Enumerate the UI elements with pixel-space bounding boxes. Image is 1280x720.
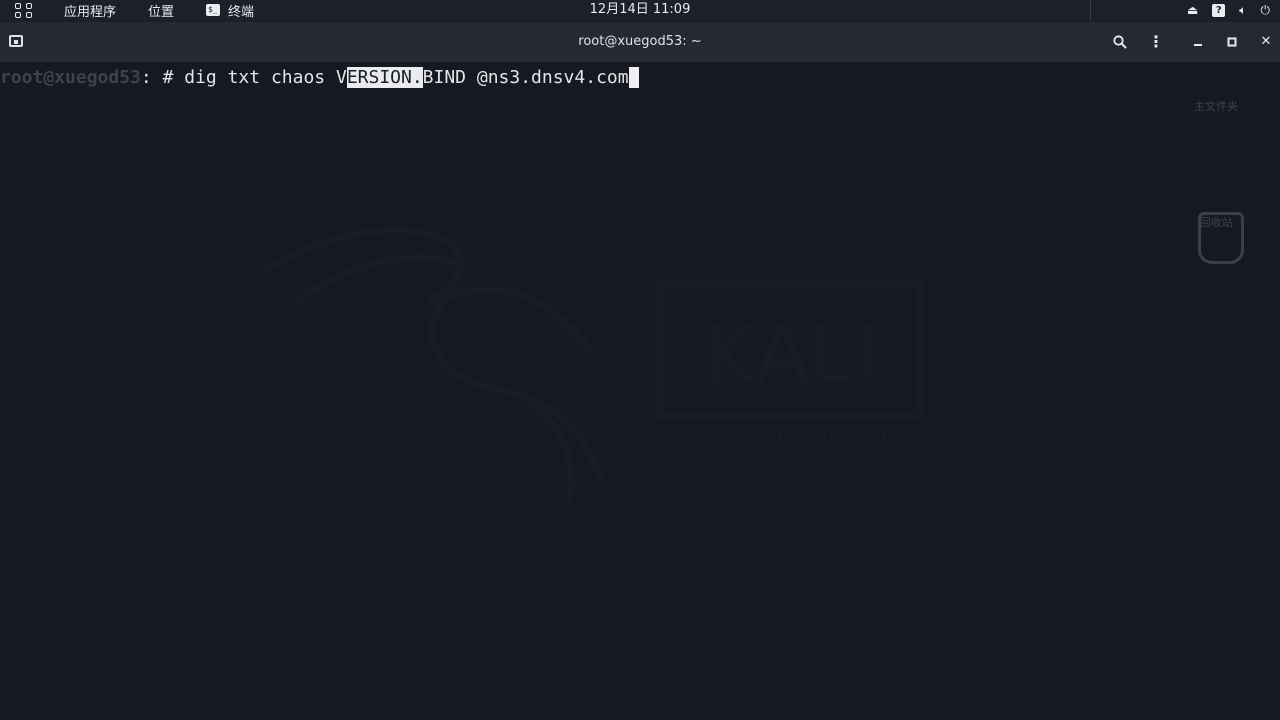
command-text-start: dig txt chaos V xyxy=(184,67,347,88)
terminal-window: root@xuegod53: ~ ⋮ ✕ root@xuegod53: # di… xyxy=(0,22,1280,720)
close-icon[interactable]: ✕ xyxy=(1252,22,1280,62)
terminal-output[interactable]: root@xuegod53: # dig txt chaos VERSION.B… xyxy=(0,62,1280,720)
home-folder-label: 主文件夹 xyxy=(1194,100,1238,113)
maximize-icon[interactable] xyxy=(1218,22,1246,62)
selected-text: ERSION. xyxy=(346,67,423,88)
activities-grid-icon[interactable] xyxy=(14,0,34,20)
help-icon[interactable]: ? xyxy=(1212,3,1226,17)
search-icon[interactable] xyxy=(1106,22,1134,62)
minimize-icon[interactable] xyxy=(1184,22,1212,62)
applications-menu[interactable]: 应用程序 xyxy=(46,1,132,20)
eject-icon[interactable]: ⏏ xyxy=(1187,3,1198,17)
shell-prompt: root@xuegod53 xyxy=(0,67,141,88)
window-title: root@xuegod53: ~ xyxy=(578,34,702,49)
prompt-separator: : # xyxy=(140,67,185,88)
terminal-icon: $_ xyxy=(206,4,221,16)
panel-divider xyxy=(1090,0,1091,20)
hamburger-menu-icon[interactable]: ⋮ xyxy=(1142,22,1170,62)
system-tray: ⏏ ? 🔈︎ ⏻ xyxy=(1187,0,1270,20)
text-cursor xyxy=(628,67,640,88)
clock[interactable]: 12月14日 11:09 xyxy=(590,2,691,17)
command-line: root@xuegod53: # dig txt chaos VERSION.B… xyxy=(0,66,640,90)
places-menu[interactable]: 位置 xyxy=(132,1,190,20)
terminal-app-menu[interactable]: $_ 终端 xyxy=(190,1,270,20)
trash-label: 回收站 xyxy=(1200,216,1233,229)
window-titlebar: root@xuegod53: ~ ⋮ ✕ xyxy=(0,22,1280,62)
power-icon[interactable]: ⏻ xyxy=(1261,3,1271,18)
terminal-app-label: 终端 xyxy=(228,4,255,20)
command-text-end: BIND @ns3.dnsv4.com xyxy=(422,67,629,88)
top-panel: 应用程序 位置 $_ 终端 12月14日 11:09 ⏏ ? 🔈︎ ⏻ xyxy=(0,0,1280,20)
volume-icon[interactable]: 🔈︎ xyxy=(1239,3,1246,18)
